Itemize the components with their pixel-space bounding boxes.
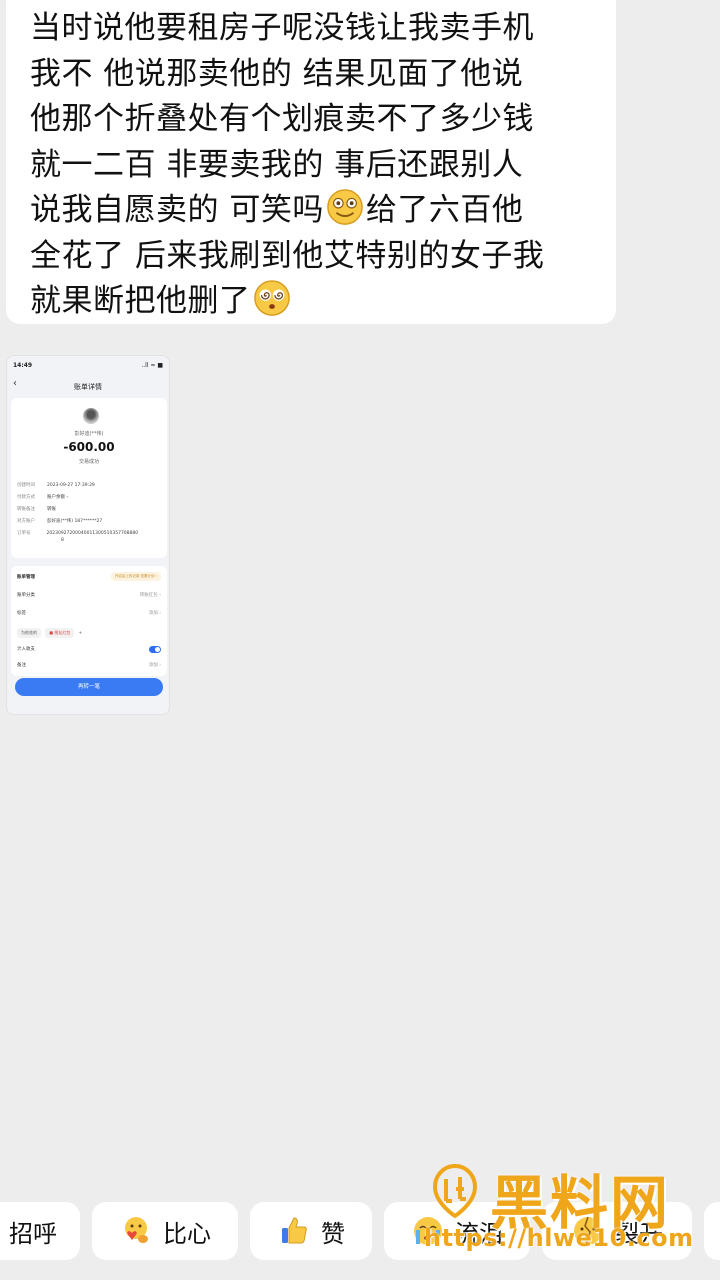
message-text: 说我自愿卖的 可笑吗 <box>30 192 324 228</box>
bill-row: 付款方式 账户余额 › <box>17 494 68 500</box>
message-line: 我不 他说那卖他的 结果见面了他说 <box>30 55 524 92</box>
message-line: 就一二百 非要卖我的 事后还跟别人 <box>30 146 524 183</box>
reaction-label: 比心 <box>163 1219 211 1248</box>
bill-row-value: 8 <box>61 538 64 543</box>
status-icons: ..ll ≈ ■ <box>141 362 163 369</box>
message-line: 说我自愿卖的 可笑吗 给了六百他 <box>30 188 598 234</box>
bill-row-value: 2023-09-27 17:39:29 <box>47 483 95 488</box>
avatar <box>83 408 99 424</box>
bill-amount: -600.00 <box>63 440 115 454</box>
category-row[interactable]: 账单分类 转账红包 › <box>17 592 161 598</box>
bill-management-card: 账单管理 开启后上传记录 查看计划 › 账单分类 转账红包 › 标签 添加 › 为他… <box>11 566 167 676</box>
message-line: 他那个折叠处有个划痕卖不了多少钱 <box>30 101 534 137</box>
bill-screenshot-image[interactable]: 14:49 ..ll ≈ ■ ‹ 账单详情 彭好迪(**伟) -600.00 交… <box>6 355 170 715</box>
bill-row-value: 转账 <box>47 507 56 512</box>
reaction-greet-button[interactable]: 招呼 <box>0 1202 80 1260</box>
tag-chip[interactable]: 为他花的 <box>17 628 41 638</box>
watermark-url: https://hlwe10.com <box>424 1224 694 1252</box>
bill-row-label: 对方账户 <box>17 519 35 524</box>
category-value: 转账红包 › <box>139 593 161 598</box>
bill-status: 交易成功 <box>78 459 99 465</box>
reaction-more-button[interactable] <box>704 1202 720 1260</box>
heart-hands-icon <box>125 1217 148 1243</box>
bill-row: 8 <box>17 538 64 543</box>
bill-row: 创建时间 2023-09-27 17:39:29 <box>17 482 95 488</box>
bill-summary-card: 彭好迪(**伟) -600.00 交易成功 创建时间 2023-09-27 17:… <box>11 398 167 558</box>
status-time: 14:49 <box>13 362 33 369</box>
thumbs-up-icon <box>282 1217 307 1244</box>
message-line: 就果断把他删了 <box>30 279 598 325</box>
message-line: 全花了 后来我刷到他艾特别的女子我 <box>30 237 545 274</box>
income-label: 计入收支 <box>17 647 35 652</box>
tag-value: 添加 › <box>148 611 161 616</box>
bill-row: 转账备注 转账 <box>17 506 56 512</box>
income-row: 计入收支 <box>17 646 161 652</box>
tag-list: 为他花的 ■ 朋友红包 + <box>17 628 82 638</box>
bill-row: 订单号 20230927200040011300510357708880 <box>17 530 138 536</box>
income-toggle[interactable] <box>149 646 161 653</box>
bill-row-label: 付款方式 <box>17 495 35 500</box>
mgmt-pill[interactable]: 开启后上传记录 查看计划 › <box>110 572 161 581</box>
reaction-heart-button[interactable]: 比心 <box>92 1202 238 1260</box>
note-value: 添加 › <box>148 663 161 668</box>
bill-row-value: 20230927200040011300510357708880 <box>46 531 139 536</box>
tag-chip[interactable]: ■ 朋友红包 <box>45 628 75 638</box>
transfer-again-button[interactable]: 再转一笔 <box>15 678 163 696</box>
bill-row-label: 转账备注 <box>17 507 35 512</box>
reaction-label: 招呼 <box>9 1219 57 1248</box>
message-bubble[interactable]: 当时说他要租房子呢没钱让我卖手机 我不 他说那卖他的 结果见面了他说 他那个折叠… <box>6 0 616 324</box>
bill-row-label: 创建时间 <box>17 483 35 488</box>
tag-row[interactable]: 标签 添加 › <box>17 610 161 616</box>
bill-row-label: 订单号 <box>17 531 31 536</box>
bill-title: 账单详情 <box>74 383 102 391</box>
bill-row-value: 账户余额 › <box>47 495 69 500</box>
message-text: 给了六百他 <box>365 192 524 228</box>
reaction-like-button[interactable]: 赞 <box>250 1202 372 1260</box>
category-label: 账单分类 <box>17 593 35 598</box>
bill-row-value: 彭好迪(**伟) 187******27 <box>47 519 103 524</box>
bill-row: 对方账户 彭好迪(**伟) 187******27 <box>17 518 102 524</box>
message-line: 当时说他要租房子呢没钱让我卖手机 <box>30 10 534 46</box>
add-tag-icon[interactable]: + <box>79 630 82 635</box>
note-row[interactable]: 备注 添加 › <box>17 662 161 668</box>
tag-label: 标签 <box>17 611 26 616</box>
dizzy-emoji-icon <box>253 280 290 316</box>
note-label: 备注 <box>17 663 26 668</box>
watermark-logo-icon <box>432 1163 478 1219</box>
payee-name: 彭好迪(**伟) <box>74 431 104 437</box>
message-text: 就果断把他删了 <box>30 283 251 319</box>
smile-emoji-icon <box>327 189 363 225</box>
reaction-label: 赞 <box>321 1219 345 1248</box>
